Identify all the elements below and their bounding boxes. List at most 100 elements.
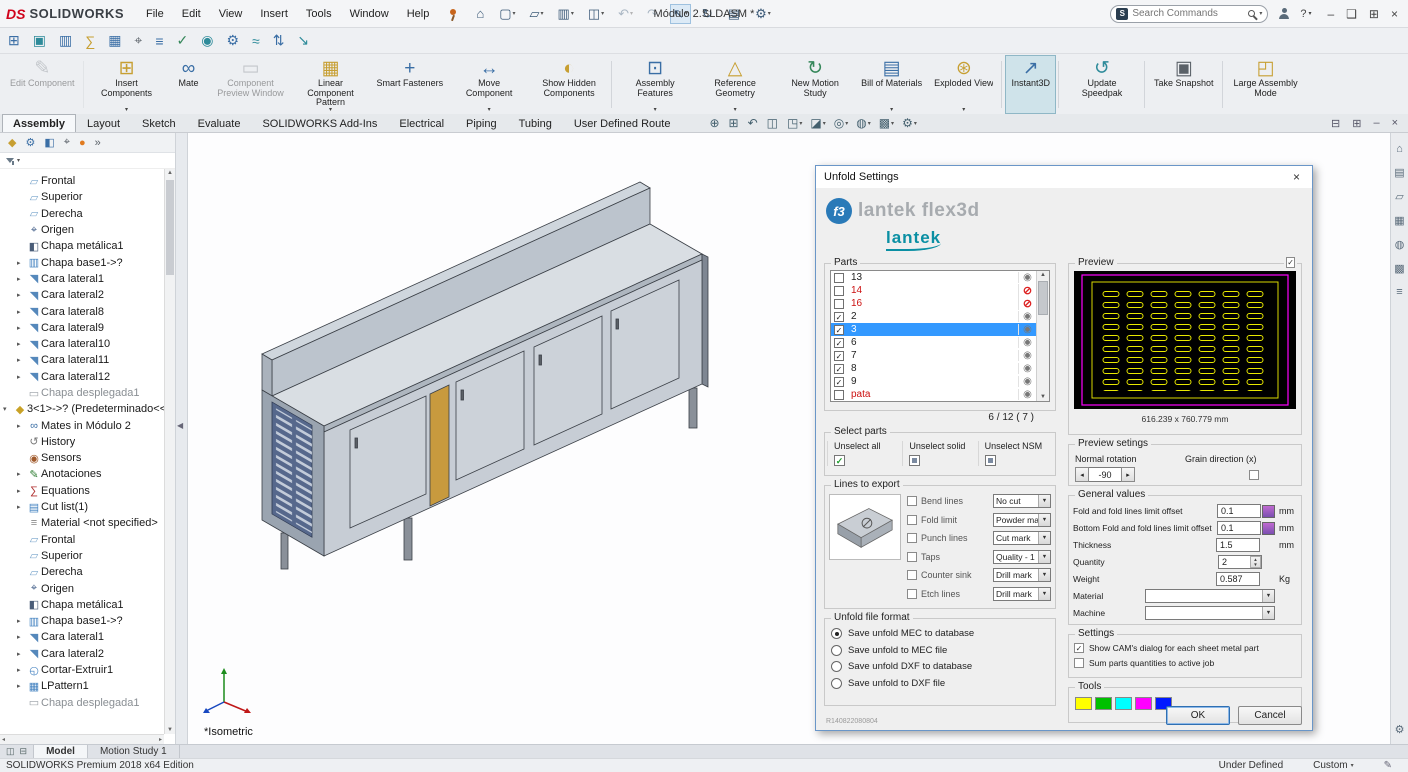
panel-splitter[interactable]: ◀ (176, 133, 188, 744)
search-scope-icon[interactable]: S (1116, 8, 1128, 20)
menu-item[interactable]: Insert (252, 5, 296, 23)
ribbon-tab[interactable]: Electrical (388, 114, 455, 132)
displaymanager-tab-icon[interactable]: ● (79, 137, 86, 149)
quantity-stepper[interactable]: ▲▼ (1250, 556, 1261, 568)
dimxpertmanager-tab-icon[interactable]: ⌖ (64, 136, 70, 149)
undo-icon[interactable]: ↶ ▾ (615, 4, 636, 24)
previous-view-icon[interactable]: ↶ (748, 116, 759, 130)
export-line-select[interactable]: Quality - 1 ▼ (993, 550, 1051, 564)
design-study-icon[interactable]: ▦ (108, 32, 121, 49)
tree-vertical-scrollbar[interactable]: ▲ ▼ (164, 169, 175, 734)
scrollbar-thumb[interactable] (166, 180, 174, 275)
tree-item[interactable]: ▸ ◥ Cara lateral12 (0, 369, 164, 385)
part-checkbox[interactable]: ✓ (834, 338, 844, 348)
visibility-on-icon[interactable]: ◉ (1018, 363, 1036, 374)
dropdown-caret-icon[interactable]: ▼ (1038, 514, 1050, 526)
radio-button[interactable] (831, 628, 842, 639)
bottom-fold-offset-input[interactable]: 0.1 (1217, 521, 1261, 535)
home-icon[interactable]: ⌂ (473, 4, 488, 23)
show-hidden-components-button[interactable]: ◐ Show Hidden Components (529, 55, 609, 114)
split-horizontal-icon[interactable]: ◫ (6, 746, 15, 757)
undock-panel-icon[interactable]: ⊟ (1331, 117, 1340, 130)
tree-item[interactable]: ▸ ◥ Cara lateral9 (0, 320, 164, 336)
dialog-close-icon[interactable]: × (1289, 170, 1304, 184)
dropdown-caret-icon[interactable]: ▼ (1038, 551, 1050, 563)
exploded-view-button[interactable]: ⊛ Exploded View ▾ (928, 55, 999, 114)
menu-item[interactable]: Edit (174, 5, 209, 23)
configurationmanager-tab-icon[interactable]: ◧ (44, 136, 54, 149)
dropdown-caret-icon[interactable]: ▼ (1038, 495, 1050, 507)
visibility-off-icon[interactable]: ⊘ (1018, 284, 1036, 297)
scenes-icon[interactable]: ▩ (1394, 262, 1404, 275)
dropdown-caret-icon[interactable]: ▼ (1038, 588, 1050, 600)
help-button[interactable]: ? ▾ (1300, 8, 1311, 20)
parts-list-row[interactable]: pata ◉ (831, 388, 1049, 401)
move-component-button[interactable]: ↔ Move Component ▾ (449, 55, 529, 114)
bottom-fold-offset-flag[interactable] (1262, 522, 1275, 535)
export-line-select[interactable]: Drill mark ▼ (993, 568, 1051, 582)
format-option[interactable]: Save unfold MEC to database (831, 628, 1049, 639)
tree-item[interactable]: ▸ ◵ Cortar-Extruir1 (0, 662, 164, 678)
reference-geometry-button[interactable]: △ Reference Geometry ▾ (695, 55, 775, 114)
dropdown-caret-icon[interactable]: ▼ (1262, 607, 1274, 619)
new-motion-study-button[interactable]: ↻ New Motion Study (775, 55, 855, 114)
parts-list-row[interactable]: ✓ 8 ◉ (831, 362, 1049, 375)
split-vertical-icon[interactable]: ⊟ (20, 746, 28, 757)
tree-item[interactable]: ⌖ Origen (0, 222, 164, 238)
edit-component-button[interactable]: ✎ Edit Component (4, 55, 81, 114)
tree-item[interactable]: ▸ ▥ Chapa base1->? (0, 254, 164, 270)
linear-component-pattern-button[interactable]: ▦ Linear Component Pattern ▾ (291, 55, 371, 114)
expand-icon[interactable]: ▸ (17, 650, 27, 658)
file-properties-icon[interactable]: ▤ (725, 4, 744, 24)
tile-windows-icon[interactable]: ⊞ (1369, 7, 1379, 21)
file-explorer-icon[interactable]: ▱ (1395, 190, 1403, 203)
tree-item[interactable]: ▸ ◥ Cara lateral1 (0, 271, 164, 287)
pin-menu-icon[interactable] (445, 7, 459, 21)
tree-item[interactable]: ▸ ◥ Cara lateral11 (0, 352, 164, 368)
part-checkbox[interactable]: ✓ (834, 364, 844, 374)
visibility-on-icon[interactable]: ◉ (1018, 350, 1036, 361)
select-parts-checkbox[interactable] (985, 455, 996, 466)
expand-icon[interactable]: ▸ (17, 487, 27, 495)
print-preview-icon[interactable]: ▥ (59, 32, 72, 49)
smart-fasteners-button[interactable]: + Smart Fasteners (371, 55, 450, 114)
design-library-icon[interactable]: ▤ (1394, 166, 1404, 179)
propertymanager-tab-icon[interactable]: ⚙ (25, 136, 35, 149)
apply-scene-icon[interactable]: ▩ ▾ (879, 116, 894, 130)
section-view-icon[interactable]: ◫ (767, 116, 779, 130)
redo-icon[interactable]: ↷ (644, 4, 662, 24)
tree-item[interactable]: ▱ Derecha (0, 206, 164, 222)
rotate-right-icon[interactable]: ▸ (1121, 467, 1135, 482)
expand-icon[interactable]: ▸ (17, 356, 27, 364)
search-commands-box[interactable]: S ▾ (1110, 5, 1268, 23)
machine-select[interactable]: ▼ (1145, 606, 1275, 620)
ribbon-tab[interactable]: Piping (455, 114, 508, 132)
measure-icon[interactable]: ⌖ (134, 32, 142, 49)
export-line-checkbox[interactable] (907, 589, 917, 599)
expand-icon[interactable]: ▸ (17, 666, 27, 674)
mass-properties-icon[interactable]: ≡ (155, 33, 163, 49)
tree-item[interactable]: ◧ Chapa metálica1 (0, 597, 164, 613)
tree-item[interactable]: ≡ Material <not specified> (0, 515, 164, 531)
expand-icon[interactable]: ▸ (17, 308, 27, 316)
tree-item[interactable]: ▭ Chapa desplegada1 (0, 695, 164, 711)
thickness-input[interactable]: 1.5 (1216, 538, 1260, 552)
component-preview-window-button[interactable]: ▭ Component Preview Window (211, 55, 291, 114)
instant3d-button[interactable]: ↗ Instant3D (1005, 55, 1056, 114)
flow-simulation-icon[interactable]: ≈ (252, 33, 260, 49)
rotate-left-icon[interactable]: ◂ (1075, 467, 1089, 482)
format-option[interactable]: Save unfold DXF to database (831, 661, 1049, 672)
custom-properties-icon[interactable]: ≡ (1396, 286, 1402, 298)
update-speedpak-button[interactable]: ↺ Update Speedpak (1062, 55, 1142, 114)
tree-item[interactable]: ▸ ▥ Chapa base1->? (0, 613, 164, 629)
tree-item[interactable]: ▸ ◥ Cara lateral2 (0, 646, 164, 662)
appearances-icon[interactable]: ◍ (1395, 238, 1405, 251)
take-snapshot-button[interactable]: ▣ Take Snapshot (1148, 55, 1220, 114)
parts-list-row[interactable]: 16 ⊘ (831, 297, 1049, 310)
expand-panel-icon[interactable]: ⊞ (1352, 117, 1361, 130)
ok-button[interactable]: OK (1166, 706, 1230, 725)
settings-option[interactable]: Sum parts quantities to active job (1074, 658, 1296, 668)
tree-item[interactable]: ▸ ∑ Equations (0, 483, 164, 499)
parts-list-row[interactable]: ✓ 3 ◉ (831, 323, 1049, 336)
expand-icon[interactable]: ▸ (17, 682, 27, 690)
